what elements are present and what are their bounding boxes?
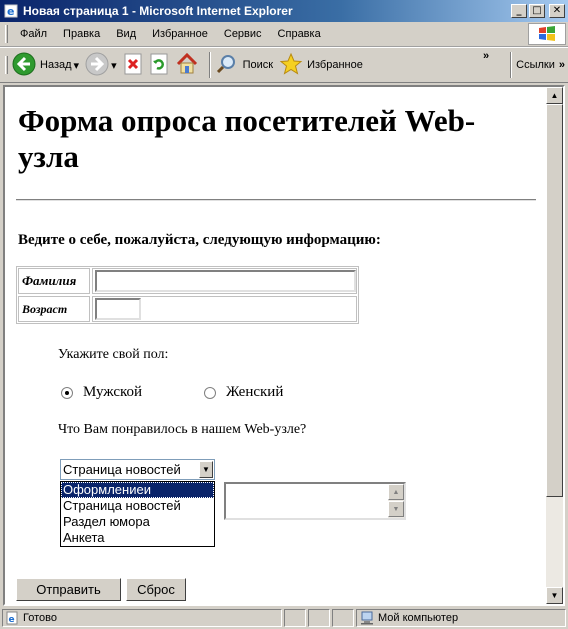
menu-edit[interactable]: Правка (55, 28, 108, 40)
forward-dropdown-icon[interactable]: ▾ (111, 59, 117, 72)
links-button[interactable]: Ссылки (516, 59, 555, 71)
links-bar: Ссылки » (506, 48, 568, 82)
ie-icon: e (3, 3, 19, 19)
search-icon (215, 52, 239, 79)
status-panel-empty (332, 608, 354, 627)
back-dropdown-icon[interactable]: ▾ (74, 59, 80, 72)
zone-panel: Мой компьютер (356, 608, 566, 627)
radio-female-label: Женский (226, 384, 284, 400)
chevron-down-icon[interactable]: ▼ (199, 461, 213, 478)
status-bar: e Готово Мой компьютер (0, 606, 568, 629)
windows-logo-icon (528, 23, 566, 45)
title-bar[interactable]: e Новая страница 1 - Microsoft Internet … (0, 0, 568, 22)
forward-button[interactable]: ▾ (85, 52, 117, 79)
comment-textarea[interactable]: ▲ ▼ (224, 482, 406, 520)
menu-view[interactable]: Вид (108, 28, 144, 40)
home-button[interactable] (175, 52, 199, 79)
scroll-up-icon[interactable]: ▲ (546, 87, 563, 104)
back-label: Назад (40, 59, 72, 71)
standard-toolbar: Назад ▾ ▾ Поиск Избранное » Ссылки » (0, 47, 568, 83)
list-item[interactable]: Раздел юмора (61, 514, 214, 530)
stop-icon (123, 53, 143, 78)
search-label: Поиск (242, 59, 274, 71)
scroll-up-icon[interactable]: ▲ (388, 484, 404, 500)
textarea-scrollbar[interactable]: ▲ ▼ (388, 484, 404, 518)
computer-icon (360, 611, 374, 625)
reset-button[interactable]: Сброс (126, 578, 186, 601)
refresh-icon (149, 53, 169, 78)
status-text: Готово (23, 611, 57, 624)
likes-question: Что Вам понравилось в нашем Web-узле? (58, 422, 307, 437)
favorites-star-icon (279, 52, 303, 79)
menu-grip[interactable] (5, 25, 8, 43)
toolbar-grip[interactable] (5, 56, 8, 74)
likes-listbox[interactable]: Оформлениеи Страница новостей Раздел юмо… (60, 481, 215, 547)
refresh-button[interactable] (149, 53, 169, 78)
menu-file[interactable]: Файл (12, 28, 55, 40)
radio-female-button[interactable] (204, 386, 216, 399)
table-row-surname: Фамилия (17, 267, 358, 295)
minimize-button[interactable]: _ (511, 4, 527, 18)
web-page: Форма опроса посетителей Web-узла Ведите… (5, 87, 546, 604)
radio-male-label: Мужской (83, 384, 143, 400)
back-icon (12, 52, 36, 79)
radio-male-button[interactable] (61, 386, 73, 399)
age-cell (92, 296, 357, 322)
age-label: Возраст (18, 296, 90, 322)
stop-button[interactable] (123, 53, 143, 78)
close-button[interactable]: ✕ (549, 4, 565, 18)
age-input[interactable] (95, 298, 141, 320)
page-heading: Форма опроса посетителей Web-узла (18, 103, 476, 174)
home-icon (175, 52, 199, 79)
favorites-button[interactable]: Избранное (279, 52, 363, 79)
likes-dropdown[interactable]: Страница новостей ▼ (60, 459, 215, 480)
list-item[interactable]: Страница новостей (61, 498, 214, 514)
table-row-age: Возраст (17, 295, 358, 323)
search-button[interactable]: Поиск (215, 52, 273, 79)
surname-label: Фамилия (18, 268, 90, 294)
intro-text: Ведите о себе, пожалуйста, следующую инф… (18, 232, 381, 248)
toolbar-overflow-chevron[interactable]: » (483, 50, 489, 62)
svg-text:e: e (9, 615, 15, 625)
menu-favorites[interactable]: Избранное (144, 28, 216, 40)
zone-text: Мой компьютер (378, 611, 459, 624)
links-separator (510, 52, 513, 78)
status-panel-empty (284, 608, 306, 627)
menu-tools[interactable]: Сервис (216, 28, 270, 40)
forward-icon (85, 52, 109, 79)
list-item[interactable]: Анкета (61, 530, 214, 546)
personal-info-table: Фамилия Возраст (16, 266, 359, 324)
gender-question: Укажите свой пол: (58, 347, 169, 362)
status-page-icon: e (5, 611, 19, 625)
likes-dropdown-value: Страница новостей (63, 462, 181, 477)
status-panel-empty (308, 608, 330, 627)
scrollbar-thumb[interactable] (546, 104, 563, 497)
menu-help[interactable]: Справка (270, 28, 329, 40)
maximize-button[interactable]: □ (529, 4, 545, 18)
svg-text:e: e (7, 5, 14, 18)
horizontal-rule (16, 199, 536, 201)
links-overflow-chevron[interactable]: » (559, 59, 565, 71)
list-item[interactable]: Оформлениеи (61, 482, 214, 498)
window-title: Новая страница 1 - Microsoft Internet Ex… (23, 4, 293, 18)
back-button[interactable]: Назад ▾ (12, 52, 79, 79)
status-panel: e Готово (2, 608, 282, 627)
browser-viewport: Форма опроса посетителей Web-узла Ведите… (3, 85, 565, 606)
toolbar-separator (208, 52, 211, 78)
surname-input[interactable] (95, 270, 356, 292)
menu-bar: Файл Правка Вид Избранное Сервис Справка (0, 22, 568, 47)
page-scrollbar[interactable]: ▲ ▼ (546, 87, 563, 604)
favorites-label: Избранное (307, 59, 363, 71)
scroll-down-icon[interactable]: ▼ (546, 587, 563, 604)
surname-cell (92, 268, 357, 294)
scroll-down-icon[interactable]: ▼ (388, 501, 404, 517)
radio-female[interactable]: Женский (204, 384, 283, 401)
submit-button[interactable]: Отправить (16, 578, 121, 601)
radio-male[interactable]: Мужской (61, 384, 142, 401)
